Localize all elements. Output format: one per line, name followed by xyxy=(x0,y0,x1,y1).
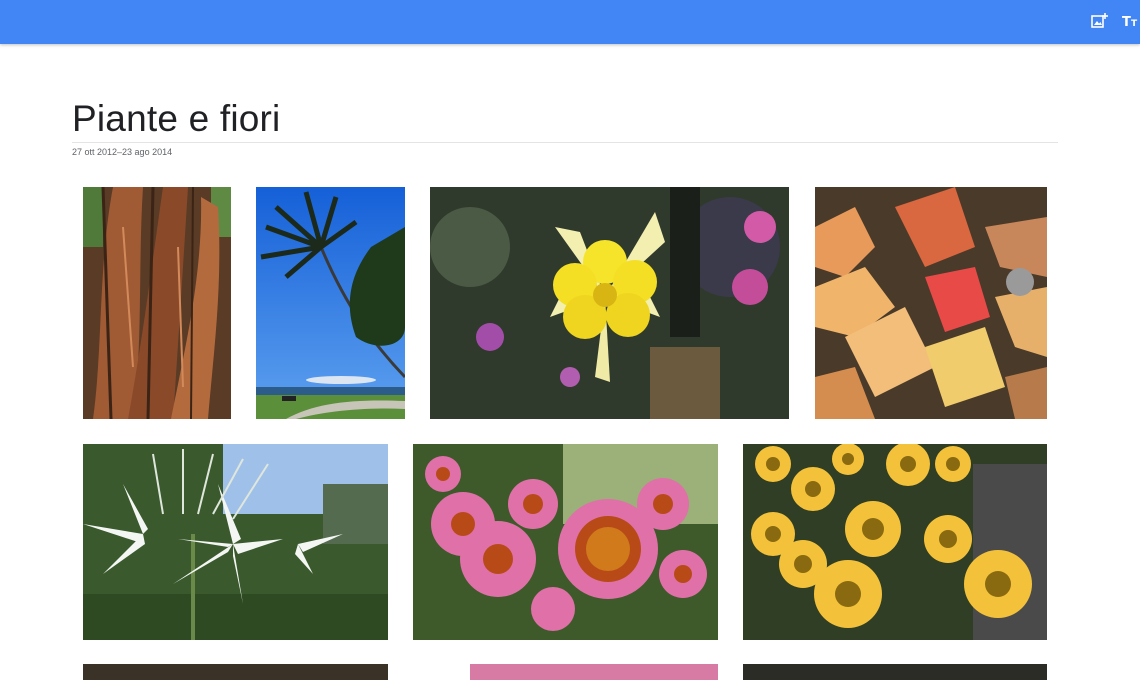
title-divider xyxy=(72,142,1058,143)
top-app-bar: T T xyxy=(0,0,1140,44)
svg-text:T: T xyxy=(1131,19,1138,29)
photo-row3-middle[interactable] xyxy=(470,664,718,680)
album-date-range: 27 ott 2012–23 ago 2014 xyxy=(72,147,173,157)
add-photo-icon[interactable] xyxy=(1090,12,1108,30)
svg-text:T: T xyxy=(1122,15,1131,30)
tree-trunk-photo[interactable] xyxy=(83,187,231,419)
photo-row3-right[interactable] xyxy=(743,664,1047,680)
album-title: Piante e fiori xyxy=(72,98,281,139)
palm-tree-photo[interactable] xyxy=(256,187,405,419)
yellow-columbine-photo[interactable] xyxy=(430,187,789,419)
photo-row3-left[interactable] xyxy=(83,664,388,680)
yellow-echinacea-photo[interactable] xyxy=(743,444,1047,640)
white-agapanthus-photo[interactable] xyxy=(83,444,388,640)
autumn-leaves-photo[interactable] xyxy=(815,187,1047,419)
text-size-icon[interactable]: T T xyxy=(1122,12,1140,30)
pink-echinacea-photo[interactable] xyxy=(413,444,718,640)
